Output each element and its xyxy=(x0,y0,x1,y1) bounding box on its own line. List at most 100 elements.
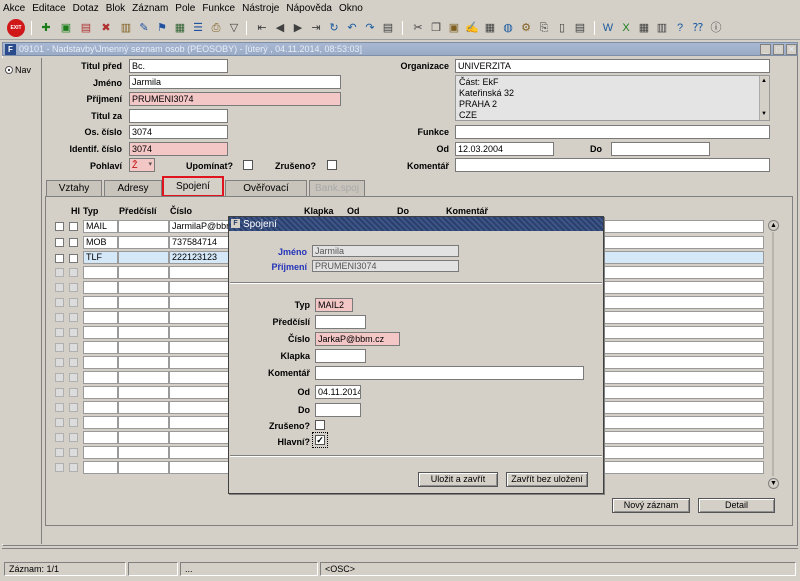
word-icon[interactable]: W xyxy=(600,20,616,36)
cell-komentar[interactable] xyxy=(604,446,764,459)
menu-nastroje[interactable]: Nástroje xyxy=(242,3,279,14)
save-and-close-button[interactable]: Uložit a zavřít xyxy=(418,472,498,487)
zruseno-checkbox[interactable] xyxy=(327,160,337,170)
cell-predcisli[interactable] xyxy=(118,220,169,233)
prijmeni-field[interactable]: PRUMENI3074 xyxy=(129,92,341,106)
cell-typ[interactable]: MOB xyxy=(83,236,118,249)
delete-icon[interactable]: ▤ xyxy=(78,20,94,36)
cell-komentar[interactable] xyxy=(604,341,764,354)
menu-napoveda[interactable]: Nápověda xyxy=(286,3,332,14)
cell-komentar[interactable] xyxy=(604,371,764,384)
menu-akce[interactable]: Akce xyxy=(3,3,25,14)
cell-komentar[interactable] xyxy=(604,386,764,399)
cell-predcisli[interactable] xyxy=(118,461,169,474)
dialog-cislo-field[interactable]: JarkaP@bbm.cz xyxy=(315,332,400,346)
context-help-icon[interactable]: ⁇ xyxy=(690,20,706,36)
titul-pred-field[interactable]: Bc. xyxy=(129,59,228,73)
cut-icon[interactable]: ✂ xyxy=(410,20,426,36)
cell-komentar[interactable] xyxy=(604,401,764,414)
cell-predcisli[interactable] xyxy=(118,416,169,429)
cell-komentar[interactable] xyxy=(604,236,764,249)
table-icon[interactable]: ▦ xyxy=(636,20,652,36)
cell-typ[interactable] xyxy=(83,416,118,429)
cell-cislo[interactable] xyxy=(169,401,229,414)
cell-predcisli[interactable] xyxy=(118,311,169,324)
scroll-up-icon[interactable]: ▲ xyxy=(761,76,767,87)
cell-cislo[interactable] xyxy=(169,416,229,429)
dialog-predcisli-field[interactable] xyxy=(315,315,366,329)
edit-icon[interactable]: ✍ xyxy=(464,20,480,36)
tab-overovaci-dolozka[interactable]: Ověřovací doložka xyxy=(225,180,307,209)
dialog-od-field[interactable]: 04.11.2014 xyxy=(315,385,361,399)
dialog-komentar-field[interactable] xyxy=(315,366,584,380)
row-select-checkbox[interactable] xyxy=(55,313,64,322)
close-icon[interactable]: ✕ xyxy=(786,44,797,55)
cell-cislo[interactable] xyxy=(169,386,229,399)
row-select-checkbox[interactable] xyxy=(55,298,64,307)
settings-icon[interactable]: ⚙ xyxy=(518,20,534,36)
count-icon[interactable]: ▦ xyxy=(172,20,188,36)
cell-cislo[interactable] xyxy=(169,461,229,474)
menu-dotaz[interactable]: Dotaz xyxy=(73,3,99,14)
cell-typ[interactable] xyxy=(83,296,118,309)
scroll-down-icon[interactable]: ▼ xyxy=(761,109,767,120)
row-select-checkbox[interactable] xyxy=(55,403,64,412)
cell-predcisli[interactable] xyxy=(118,431,169,444)
row-hlavni-checkbox[interactable] xyxy=(69,358,78,367)
cell-cislo[interactable] xyxy=(169,266,229,279)
menu-zaznam[interactable]: Záznam xyxy=(132,3,168,14)
identif-cislo-field[interactable]: 3074 xyxy=(129,142,228,156)
clear-icon[interactable]: ▥ xyxy=(118,20,134,36)
dialog-hlavni-checkbox[interactable]: ✓ xyxy=(312,432,328,448)
document-icon[interactable]: ▯ xyxy=(554,20,570,36)
row-hlavni-checkbox[interactable] xyxy=(69,283,78,292)
grid-icon[interactable]: ▥ xyxy=(654,20,670,36)
cell-komentar[interactable] xyxy=(604,356,764,369)
minimize-icon[interactable]: _ xyxy=(760,44,771,55)
new-record-button[interactable]: Nový záznam xyxy=(612,498,690,513)
query-icon[interactable]: ✎ xyxy=(136,20,152,36)
cell-typ[interactable] xyxy=(83,356,118,369)
cell-typ[interactable] xyxy=(83,341,118,354)
dialog-typ-field[interactable]: MAIL2 xyxy=(315,298,353,312)
cell-predcisli[interactable] xyxy=(118,371,169,384)
row-select-checkbox[interactable] xyxy=(55,343,64,352)
excel-icon[interactable]: X xyxy=(618,20,634,36)
cell-cislo[interactable] xyxy=(169,326,229,339)
cell-typ[interactable]: TLF xyxy=(83,251,118,264)
cell-komentar[interactable] xyxy=(604,220,764,233)
jmeno-field[interactable]: Jarmila xyxy=(129,75,341,89)
row-hlavni-checkbox[interactable] xyxy=(69,254,78,263)
help-icon[interactable]: ? xyxy=(672,20,688,36)
cell-komentar[interactable] xyxy=(604,296,764,309)
row-select-checkbox[interactable] xyxy=(55,222,64,231)
row-hlavni-checkbox[interactable] xyxy=(69,388,78,397)
tab-vztahy[interactable]: Vztahy xyxy=(46,180,102,197)
row-hlavni-checkbox[interactable] xyxy=(69,403,78,412)
cell-predcisli[interactable] xyxy=(118,326,169,339)
new-record-icon[interactable]: ✚ xyxy=(38,20,54,36)
cell-komentar[interactable] xyxy=(604,326,764,339)
row-hlavni-checkbox[interactable] xyxy=(69,268,78,277)
close-without-save-button[interactable]: Zavřít bez uložení xyxy=(506,472,588,487)
cell-typ[interactable] xyxy=(83,431,118,444)
cell-typ[interactable]: MAIL xyxy=(83,220,118,233)
row-select-checkbox[interactable] xyxy=(55,418,64,427)
pohlavi-select[interactable]: Ž ▾ xyxy=(129,158,155,172)
back-icon[interactable]: ↶ xyxy=(344,20,360,36)
save-icon[interactable]: ▤ xyxy=(380,20,396,36)
insert-icon[interactable]: ▣ xyxy=(58,20,74,36)
cell-komentar[interactable] xyxy=(604,461,764,474)
cell-cislo[interactable] xyxy=(169,371,229,384)
cell-predcisli[interactable] xyxy=(118,446,169,459)
menu-blok[interactable]: Blok xyxy=(106,3,125,14)
row-select-checkbox[interactable] xyxy=(55,358,64,367)
row-hlavni-checkbox[interactable] xyxy=(69,328,78,337)
exit-icon[interactable]: EXIT xyxy=(7,19,25,37)
execute-query-icon[interactable]: ⚑ xyxy=(154,20,170,36)
od-field[interactable]: 12.03.2004 xyxy=(455,142,554,156)
cell-komentar[interactable] xyxy=(604,431,764,444)
row-select-checkbox[interactable] xyxy=(55,283,64,292)
row-select-checkbox[interactable] xyxy=(55,254,64,263)
cell-predcisli[interactable] xyxy=(118,281,169,294)
